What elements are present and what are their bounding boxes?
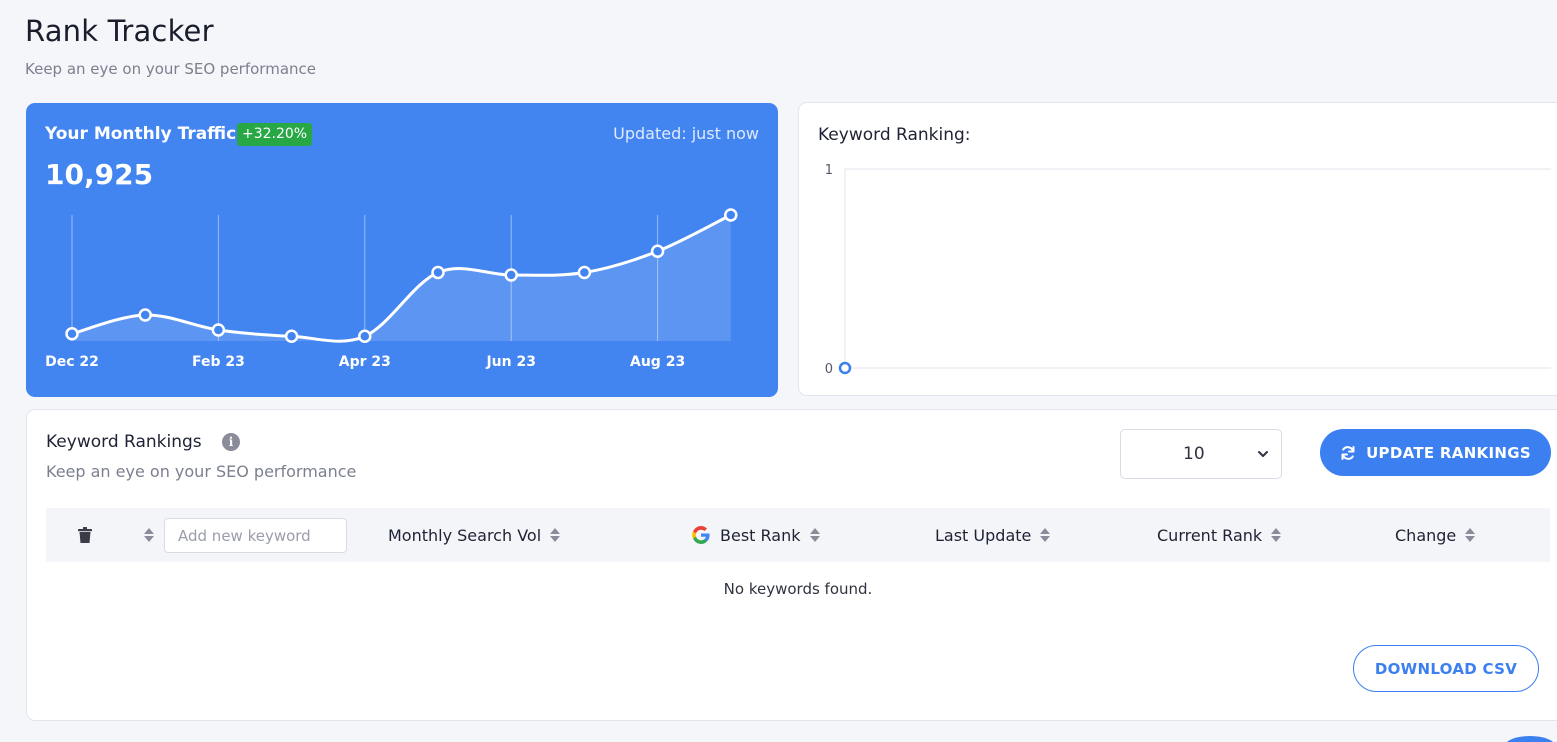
add-keyword-input[interactable] xyxy=(164,518,347,553)
table-header: Monthly Search Vol Best Rank Last Update… xyxy=(46,508,1550,562)
traffic-value: 10,925 xyxy=(45,158,154,191)
x-tick-label: Apr 23 xyxy=(339,354,391,370)
traffic-area-fill xyxy=(72,215,731,342)
traffic-change-badge: +32.20% xyxy=(237,123,313,146)
sort-icon xyxy=(809,528,820,542)
keyword-ranking-card: 01 Keyword Ranking: xyxy=(798,102,1557,396)
sort-icon xyxy=(550,528,561,542)
sort-icon xyxy=(1271,528,1282,542)
traffic-data-point[interactable] xyxy=(358,329,372,343)
keyword-rankings-card: Keyword Rankings i Keep an eye on your S… xyxy=(26,409,1557,721)
traffic-data-point[interactable] xyxy=(650,244,665,258)
traffic-data-point[interactable] xyxy=(724,208,738,222)
column-label: Best Rank xyxy=(720,525,801,545)
traffic-data-point[interactable] xyxy=(284,329,299,343)
traffic-data-point[interactable] xyxy=(577,265,592,280)
column-current-rank[interactable]: Current Rank xyxy=(1157,508,1282,562)
trash-icon[interactable] xyxy=(78,527,92,543)
empty-state-text: No keywords found. xyxy=(723,580,873,598)
chevron-down-icon xyxy=(1258,451,1268,457)
column-label: Change xyxy=(1395,525,1457,545)
monthly-traffic-chart: Dec 22 Feb 23 Apr 23 Jun 23 Aug 23 xyxy=(45,208,738,370)
page-size-value: 10 xyxy=(1183,444,1205,464)
column-best-rank[interactable]: Best Rank xyxy=(691,508,820,562)
monthly-traffic-card: Dec 22 Feb 23 Apr 23 Jun 23 Aug 23 Your Mont… xyxy=(26,103,778,397)
column-change[interactable]: Change xyxy=(1395,508,1476,562)
page-size-select[interactable]: 10 xyxy=(1120,429,1282,479)
x-tick-label: Jun 23 xyxy=(485,354,536,370)
traffic-data-point[interactable] xyxy=(504,268,518,282)
y-tick-label: 0 xyxy=(825,362,833,377)
page-subtitle: Keep an eye on your SEO performance xyxy=(25,60,316,78)
page-title: Rank Tracker xyxy=(25,14,214,48)
traffic-data-point[interactable] xyxy=(211,323,226,337)
keyword-rankings-title: Keyword Rankings xyxy=(46,432,202,452)
traffic-title: Your Monthly Traffic xyxy=(45,124,237,144)
column-label: Last Update xyxy=(935,525,1032,545)
traffic-data-point[interactable] xyxy=(65,327,79,341)
ranking-data-point[interactable] xyxy=(838,361,852,375)
traffic-updated-text: Updated: just now xyxy=(613,124,759,143)
keyword-ranking-title: Keyword Ranking: xyxy=(818,125,971,145)
x-tick-label: Dec 22 xyxy=(45,354,99,370)
info-icon[interactable]: i xyxy=(222,433,240,451)
update-rankings-button[interactable]: UPDATE RANKINGS xyxy=(1320,429,1551,476)
sort-icon xyxy=(1040,528,1051,542)
update-rankings-label: UPDATE RANKINGS xyxy=(1366,443,1531,462)
column-monthly-search-vol[interactable]: Monthly Search Vol xyxy=(388,508,561,562)
keyword-rankings-subtitle: Keep an eye on your SEO performance xyxy=(46,462,357,481)
x-tick-label: Feb 23 xyxy=(192,354,245,370)
y-tick-label: 1 xyxy=(825,163,833,178)
x-tick-label: Aug 23 xyxy=(630,354,685,370)
traffic-data-point[interactable] xyxy=(431,265,445,280)
sort-icon[interactable] xyxy=(144,528,154,542)
column-label: Monthly Search Vol xyxy=(388,525,542,545)
refresh-icon xyxy=(1341,445,1355,460)
google-icon xyxy=(692,526,710,544)
traffic-data-point[interactable] xyxy=(138,308,152,322)
chat-widget-button[interactable] xyxy=(1505,736,1555,742)
keyword-ranking-chart: 01 xyxy=(825,163,1551,377)
column-last-update[interactable]: Last Update xyxy=(935,508,1051,562)
download-csv-button[interactable]: DOWNLOAD CSV xyxy=(1353,645,1539,692)
sort-icon xyxy=(1465,528,1476,542)
column-label: Current Rank xyxy=(1157,525,1263,545)
